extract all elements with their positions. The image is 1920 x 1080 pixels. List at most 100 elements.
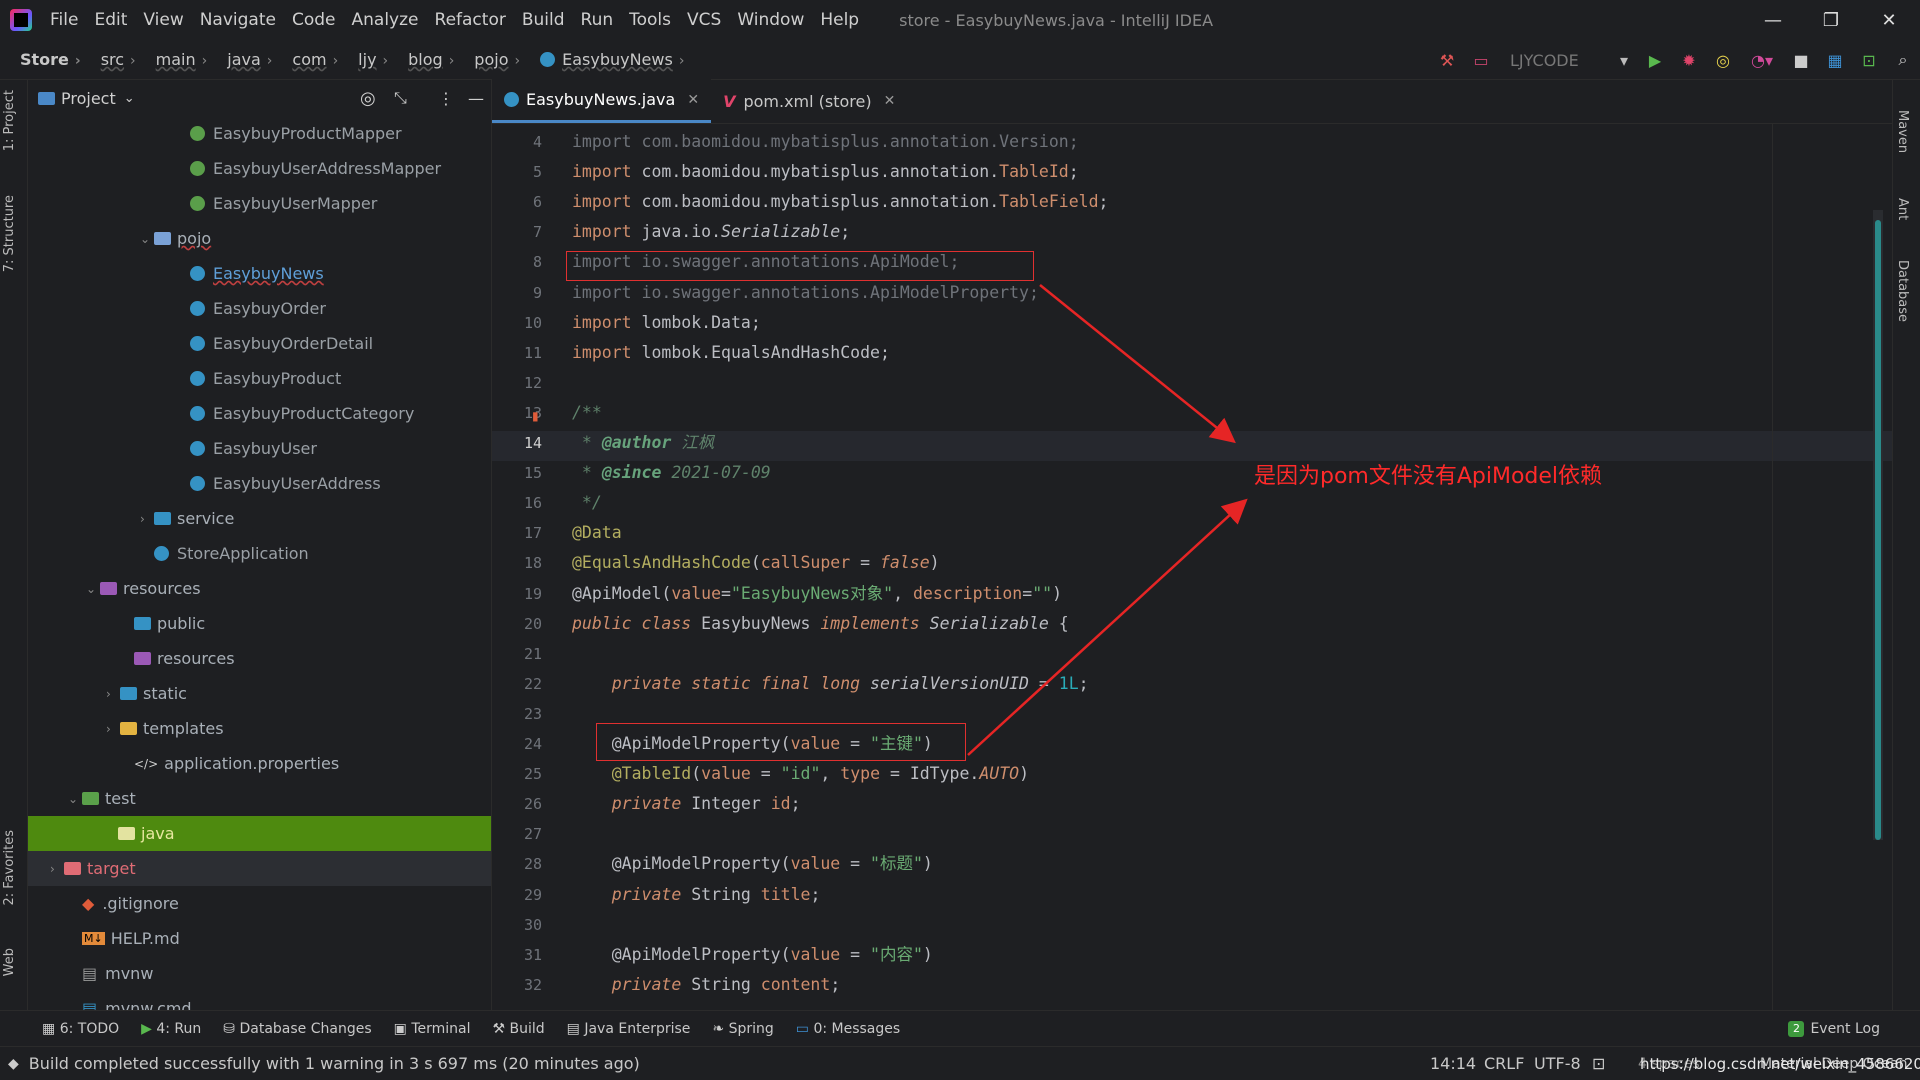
tree-item[interactable]: EasybuyProductMapper — [28, 116, 491, 151]
breadcrumb-item[interactable]: blog › — [388, 50, 454, 69]
search-icon[interactable]: ⌕ — [1886, 40, 1920, 80]
menu-window[interactable]: Window — [729, 0, 812, 40]
chevron-down-icon[interactable]: ⌄ — [68, 792, 82, 806]
tool-tab-favorites[interactable]: 2: Favorites — [2, 830, 17, 906]
menu-refactor[interactable]: Refactor — [427, 0, 514, 40]
class-icon — [190, 371, 205, 386]
chevron-down-icon[interactable]: ⌄ — [86, 582, 100, 596]
breadcrumb-item[interactable]: EasybuyNews › — [520, 50, 684, 69]
bottom-tab[interactable]: ⚒ Build — [492, 1021, 544, 1037]
tree-item[interactable]: EasybuyUserAddressMapper — [28, 151, 491, 186]
collapse-all-icon[interactable]: ⤡ — [394, 88, 407, 108]
profile-icon[interactable]: ◔▾ — [1740, 40, 1784, 80]
status-message[interactable]: Build completed successfully with 1 warn… — [29, 1054, 640, 1073]
run-config-select[interactable]: LJYCODE ▾ — [1498, 51, 1638, 70]
tree-item[interactable]: EasybuyProductCategory — [28, 396, 491, 431]
hammer-build-icon[interactable]: ⚒ — [1430, 40, 1464, 80]
tree-item[interactable]: › target — [28, 851, 491, 886]
tree-item[interactable]: ▤ mvnw — [28, 956, 491, 991]
project-structure-icon[interactable]: ▦ — [1818, 40, 1852, 80]
terminal-icon[interactable]: ⊡ — [1852, 40, 1886, 80]
breadcrumb-item[interactable]: src › — [81, 50, 136, 69]
tree-item[interactable]: ⌄ pojo — [28, 221, 491, 256]
file-encoding[interactable]: UTF-8 — [1534, 1054, 1581, 1073]
bottom-tab[interactable]: ❧ Spring — [712, 1021, 773, 1037]
tree-item[interactable]: public — [28, 606, 491, 641]
menu-vcs[interactable]: VCS — [679, 0, 729, 40]
minimize-icon[interactable]: — — [1744, 0, 1802, 40]
menu-navigate[interactable]: Navigate — [192, 0, 284, 40]
breadcrumb-item[interactable]: ljy › — [338, 50, 388, 69]
chevron-right-icon[interactable]: › — [106, 722, 120, 736]
tree-item[interactable]: EasybuyOrderDetail — [28, 326, 491, 361]
caret-position[interactable]: 14:14 — [1430, 1054, 1476, 1073]
menu-edit[interactable]: Edit — [86, 0, 135, 40]
tree-item[interactable]: M↓ HELP.md — [28, 921, 491, 956]
menu-analyze[interactable]: Analyze — [344, 0, 427, 40]
tool-tab-project[interactable]: 1: Project — [2, 90, 17, 151]
menu-view[interactable]: View — [135, 0, 191, 40]
tool-tab-maven[interactable]: Maven — [1895, 110, 1910, 153]
tree-item[interactable]: resources — [28, 641, 491, 676]
bottom-tab[interactable]: ▭ 0: Messages — [796, 1021, 900, 1037]
tree-item[interactable]: java — [28, 816, 491, 851]
locate-icon[interactable]: ◎ — [360, 88, 376, 109]
chevron-down-icon[interactable]: ⌄ — [124, 91, 135, 106]
tree-item[interactable]: EasybuyUserMapper — [28, 186, 491, 221]
tree-item[interactable]: EasybuyNews — [28, 256, 491, 291]
menu-tools[interactable]: Tools — [621, 0, 679, 40]
stop-icon[interactable]: ■ — [1784, 40, 1818, 80]
breadcrumb-item[interactable]: com › — [272, 50, 338, 69]
breadcrumb-item[interactable]: pojo › — [454, 50, 520, 69]
close-window-icon[interactable]: ✕ — [1860, 0, 1918, 40]
run-icon[interactable]: ▶ — [1638, 40, 1672, 80]
bottom-tab[interactable]: ▶ 4: Run — [141, 1021, 201, 1037]
chevron-right-icon[interactable]: › — [106, 687, 120, 701]
tree-item[interactable]: › static — [28, 676, 491, 711]
menu-help[interactable]: Help — [812, 0, 867, 40]
line-separator[interactable]: CRLF — [1484, 1054, 1524, 1073]
tool-tab-ant[interactable]: Ant — [1895, 198, 1910, 220]
tree-item[interactable]: ⌄ resources — [28, 571, 491, 606]
breadcrumb-item[interactable]: java › — [207, 50, 272, 69]
more-options-icon[interactable]: ⋮ — [438, 89, 454, 108]
bottom-tab[interactable]: ▦ 6: TODO — [42, 1021, 119, 1037]
chevron-right-icon[interactable]: › — [50, 862, 64, 876]
tree-item[interactable]: StoreApplication — [28, 536, 491, 571]
debug-icon[interactable]: ✹ — [1672, 40, 1706, 80]
tree-item[interactable]: EasybuyUser — [28, 431, 491, 466]
bottom-tab[interactable]: ▤ Java Enterprise — [567, 1021, 691, 1037]
hide-panel-icon[interactable]: — — [468, 89, 484, 108]
tree-item[interactable]: EasybuyOrder — [28, 291, 491, 326]
menu-build[interactable]: Build — [514, 0, 573, 40]
tool-tab-structure[interactable]: 7: Structure — [2, 195, 17, 272]
lock-icon[interactable]: ⊡ — [1592, 1054, 1605, 1073]
tool-tab-web[interactable]: Web — [2, 948, 17, 976]
tree-item[interactable]: ▤ mvnw.cmd — [28, 991, 491, 1010]
project-panel-title[interactable]: Project — [61, 89, 116, 108]
scrollbar-thumb[interactable] — [1875, 220, 1881, 840]
breadcrumb-item[interactable]: Store › — [0, 50, 81, 69]
tool-tab-database[interactable]: Database — [1895, 260, 1910, 322]
menu-file[interactable]: File — [42, 0, 86, 40]
tree-item[interactable]: ⌄ test — [28, 781, 491, 816]
event-log-button[interactable]: 2 Event Log — [1788, 1020, 1880, 1037]
chevron-right-icon[interactable]: › — [140, 512, 154, 526]
tree-item[interactable]: EasybuyProduct — [28, 361, 491, 396]
project-panel: Project ⌄ ◎ ⤡ ⋮ — EasybuyProductMapper Ea… — [28, 80, 492, 1010]
chevron-down-icon[interactable]: ⌄ — [140, 232, 154, 246]
tree-item[interactable]: ◆ .gitignore — [28, 886, 491, 921]
restore-icon[interactable]: ❐ — [1802, 0, 1860, 40]
tree-item[interactable]: </> application.properties — [28, 746, 491, 781]
coverage-icon[interactable]: ◎ — [1706, 40, 1740, 80]
tree-item[interactable]: EasybuyUserAddress — [28, 466, 491, 501]
breadcrumb-item[interactable]: main › — [136, 50, 208, 69]
tree-item[interactable]: › templates — [28, 711, 491, 746]
tree-item-label: resources — [157, 649, 235, 668]
tree-item[interactable]: › service — [28, 501, 491, 536]
bottom-tab[interactable]: ⛁ Database Changes — [223, 1021, 371, 1037]
menu-code[interactable]: Code — [284, 0, 344, 40]
bottom-tab[interactable]: ▣ Terminal — [394, 1021, 471, 1037]
add-config-icon[interactable]: ▭ — [1464, 40, 1498, 80]
menu-run[interactable]: Run — [573, 0, 622, 40]
